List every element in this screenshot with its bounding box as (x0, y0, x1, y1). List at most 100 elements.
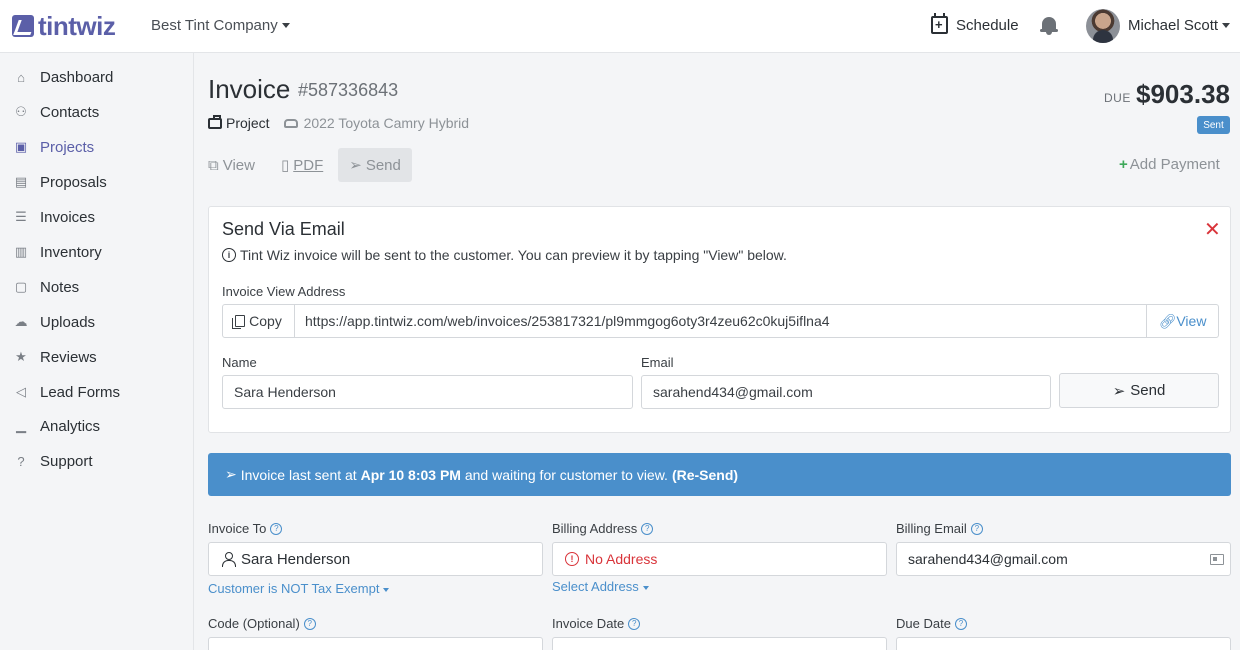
caret-down-icon (1222, 22, 1231, 28)
logo-text: tintwiz (38, 11, 116, 41)
help-icon[interactable]: ? (954, 617, 967, 630)
billing-address-label-text: Billing Address (552, 521, 638, 536)
tax-exempt-label: Customer is NOT Tax Exempt (208, 581, 380, 596)
pdf-button[interactable]: ▯ PDF (280, 156, 323, 175)
send-button[interactable]: ➢ Send (1059, 373, 1219, 408)
avatar[interactable] (1086, 9, 1120, 43)
resend-link[interactable]: (Re-Send) (672, 467, 738, 483)
help-icon[interactable]: ? (270, 522, 283, 535)
send-tab-button[interactable]: ➢ Send (338, 148, 412, 182)
invoice-url-field[interactable]: https://app.tintwiz.com/web/invoices/253… (295, 305, 1146, 337)
name-input[interactable]: Sara Henderson (222, 375, 633, 409)
sidebar-item-projects[interactable]: ▣ Projects (0, 132, 194, 162)
help-icon[interactable]: ? (970, 522, 983, 535)
invoice-date-input[interactable] (552, 637, 887, 650)
sidebar-item-reviews[interactable]: ★ Reviews (0, 342, 194, 372)
link-icon: 🔗︎ (1158, 312, 1177, 329)
clipboard-icon: ▥ (14, 244, 28, 259)
invoice-to-value: Sara Henderson (241, 550, 351, 568)
external-link-icon: ⧉ (208, 156, 219, 174)
view-button[interactable]: ⧉ View (208, 157, 255, 174)
code-label-text: Code (Optional) (208, 616, 300, 631)
copy-icon (232, 315, 246, 329)
note-icon: ▢ (14, 279, 28, 294)
sidebar-item-support[interactable]: ? Support (0, 446, 194, 476)
help-icon[interactable]: ? (628, 617, 641, 630)
sidebar-item-inventory[interactable]: ▥ Inventory (0, 237, 194, 267)
billing-email-value: sarahend434@gmail.com (908, 551, 1068, 567)
sidebar-item-dashboard[interactable]: ⌂ Dashboard (0, 62, 194, 92)
last-sent-banner: ➢ Invoice last sent at Apr 10 8:03 PM an… (208, 453, 1231, 496)
person-icon (222, 552, 236, 567)
caret-down-icon (642, 585, 649, 590)
sidebar-item-analytics[interactable]: ▁ Analytics (0, 411, 194, 441)
email-label: Email (641, 355, 674, 370)
invoice-number: #587336843 (298, 80, 399, 100)
billing-address-field[interactable]: ! No Address (552, 542, 887, 576)
sidebar-item-label: Lead Forms (40, 383, 121, 401)
code-input[interactable] (208, 637, 543, 650)
select-address-label: Select Address (552, 579, 639, 594)
sidebar-item-label: Reviews (40, 348, 97, 366)
briefcase-icon (208, 114, 222, 129)
email-input[interactable]: sarahend434@gmail.com (641, 375, 1051, 409)
status-badge: Sent (1197, 116, 1230, 134)
paper-plane-icon: ➢ (1112, 382, 1126, 400)
user-menu[interactable]: Michael Scott (1128, 17, 1231, 34)
page-title: Invoice (208, 74, 291, 104)
help-icon[interactable]: ? (303, 617, 316, 630)
sidebar-item-label: Support (40, 452, 93, 470)
pdf-file-icon: ▯ (280, 157, 290, 174)
notifications-bell-icon[interactable] (1040, 16, 1058, 35)
sidebar-item-proposals[interactable]: ▤ Proposals (0, 167, 194, 197)
sidebar-item-label: Contacts (40, 103, 100, 121)
schedule-button[interactable]: Schedule (931, 13, 1019, 34)
sidebar-item-lead-forms[interactable]: ◁ Lead Forms (0, 377, 194, 407)
contact-card-icon[interactable] (1210, 554, 1224, 565)
close-icon[interactable]: ✕ (1204, 217, 1221, 242)
select-address-dropdown[interactable]: Select Address (552, 579, 649, 594)
megaphone-icon: ◁ (16, 384, 26, 399)
sidebar-item-label: Invoices (40, 208, 96, 226)
name-label: Name (222, 355, 257, 370)
due-date-label: Due Date? (896, 616, 967, 631)
sidebar-item-uploads[interactable]: ☁ Uploads (0, 307, 194, 337)
add-payment-button[interactable]: + Add Payment (1119, 156, 1220, 173)
plus-icon: + (1119, 156, 1128, 173)
alert-icon: ! (565, 552, 579, 566)
sidebar-item-invoices[interactable]: ☰ Invoices (0, 202, 194, 232)
chart-icon: ▁ (16, 418, 26, 433)
sidebar: ⌂ Dashboard ⚇ Contacts ▣ Projects ▤ Proposal… (0, 53, 194, 650)
invoice-to-field[interactable]: Sara Henderson (208, 542, 543, 576)
logo[interactable]: tintwiz (12, 11, 116, 41)
briefcase-icon: ▣ (14, 139, 28, 154)
copy-button[interactable]: Copy (223, 305, 295, 337)
vehicle-link[interactable]: 2022 Toyota Camry Hybrid (304, 115, 469, 131)
help-icon[interactable]: ? (641, 522, 654, 535)
billing-email-field[interactable]: sarahend434@gmail.com (896, 542, 1231, 576)
info-icon: i (222, 248, 236, 262)
project-link[interactable]: Project (226, 115, 270, 131)
invoice-icon: ☰ (15, 209, 27, 224)
sidebar-item-label: Proposals (40, 173, 107, 191)
sidebar-item-contacts[interactable]: ⚇ Contacts (0, 97, 194, 127)
caret-down-icon (383, 587, 390, 592)
sidebar-item-label: Uploads (40, 313, 96, 331)
home-icon: ⌂ (17, 69, 25, 85)
info-message: i Tint Wiz invoice will be sent to the c… (222, 247, 787, 263)
star-icon: ★ (15, 349, 27, 364)
company-selector[interactable]: Best Tint Company (151, 17, 290, 34)
view-label: View (222, 156, 255, 174)
billing-email-label-text: Billing Email (896, 521, 967, 536)
sidebar-item-label: Inventory (40, 243, 102, 261)
info-text: Tint Wiz invoice will be sent to the cus… (240, 247, 787, 263)
due-date-input[interactable] (896, 637, 1231, 650)
add-payment-label: Add Payment (1129, 156, 1220, 173)
paper-plane-icon: ➢ (225, 466, 237, 482)
sidebar-item-label: Projects (40, 138, 95, 156)
invoice-actions: ⧉ View ▯ PDF ➢ Send (208, 148, 438, 182)
tax-exempt-dropdown[interactable]: Customer is NOT Tax Exempt (208, 581, 390, 596)
view-link-button[interactable]: 🔗︎ View (1146, 305, 1218, 337)
send-label: Send (365, 156, 401, 174)
sidebar-item-notes[interactable]: ▢ Notes (0, 272, 194, 302)
